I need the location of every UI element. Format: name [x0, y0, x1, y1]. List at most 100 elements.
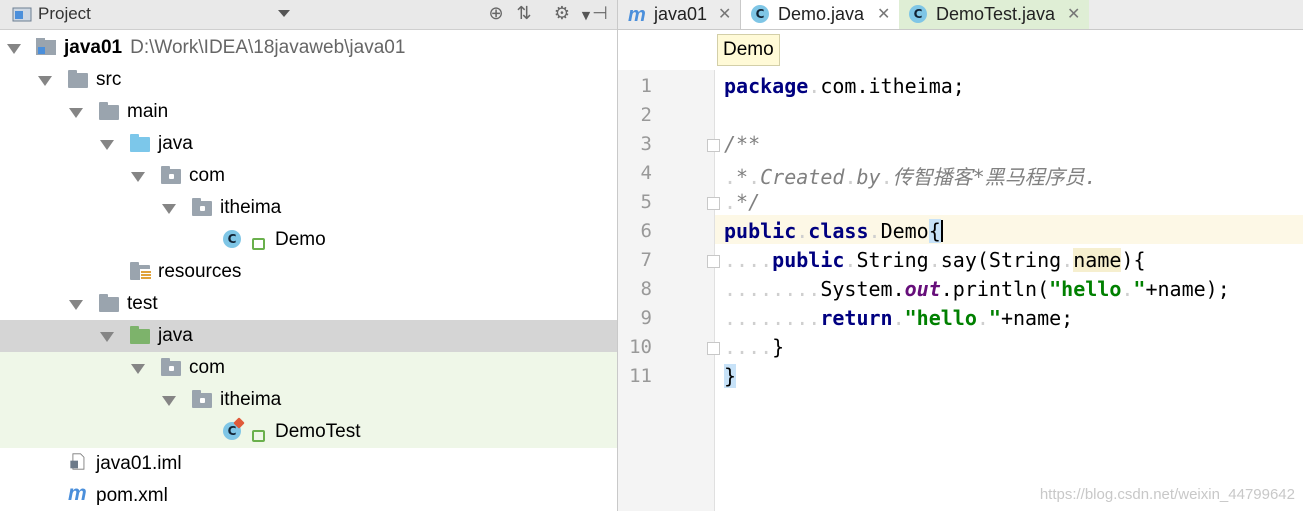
tree-label: DemoTest	[275, 421, 361, 442]
line-number: 9	[640, 307, 652, 329]
expand-arrow-icon[interactable]	[131, 364, 145, 374]
tree-label: java01.iml	[96, 453, 182, 474]
tab-label: java01	[654, 4, 708, 24]
test-folder-icon	[130, 326, 150, 344]
locate-target-icon[interactable]: ⊕	[484, 3, 508, 25]
code-line-4[interactable]: .*.Created.by.传智播客*黑马程序员.	[724, 161, 1097, 190]
tree-item-iml-file[interactable]: java01.iml	[0, 448, 617, 480]
project-view-icon	[12, 7, 32, 22]
expand-arrow-icon[interactable]	[38, 76, 52, 86]
line-number-gutter[interactable]: 1 2 3 4 5 6 7 8 9 10 11	[618, 70, 720, 511]
line-number: 11	[629, 365, 652, 387]
package-icon	[161, 358, 181, 376]
editor-area: m java01 ✕ C Demo.java ✕ C DemoTest.java…	[618, 0, 1303, 511]
folder-icon	[99, 102, 119, 120]
code-line-8[interactable]: ........System.out.println("hello."+name…	[724, 277, 1230, 301]
expand-arrow-icon[interactable]	[100, 140, 114, 150]
folder-icon	[68, 70, 88, 88]
gear-icon[interactable]: ⚙	[550, 3, 574, 25]
fold-marker-icon[interactable]	[707, 342, 720, 355]
fold-marker-icon[interactable]	[707, 197, 720, 210]
expand-arrow-icon[interactable]	[100, 332, 114, 342]
code-line-3[interactable]: /**	[724, 132, 760, 156]
fold-marker-icon[interactable]	[707, 255, 720, 268]
tree-item-main[interactable]: main	[0, 96, 617, 128]
tree-item-java01-module[interactable]: java01 D:\Work\IDEA\18javaweb\java01	[0, 32, 617, 64]
test-class-icon: C	[909, 5, 927, 23]
source-folder-icon	[130, 134, 150, 152]
tree-label: Demo	[275, 229, 326, 250]
package-icon	[192, 390, 212, 408]
expand-arrow-icon[interactable]	[131, 172, 145, 182]
close-icon[interactable]: ✕	[1067, 0, 1080, 29]
close-icon[interactable]: ✕	[718, 0, 731, 29]
project-panel-header: Project ⊕ ⇅ ⚙ ▼ ⊣	[0, 0, 617, 30]
tree-label: itheima	[220, 389, 282, 410]
breadcrumb-item[interactable]: Demo	[717, 34, 780, 66]
watermark: https://blog.csdn.net/weixin_44799642	[1039, 486, 1295, 503]
code-line-7[interactable]: ....public.String.say(String.name){	[724, 248, 1146, 272]
tree-item-test-com[interactable]: com	[0, 352, 617, 384]
line-number: 3	[640, 133, 652, 155]
code-line-6[interactable]: public.class.Demo{	[724, 219, 943, 243]
tree-item-demotest-class[interactable]: C DemoTest	[0, 416, 617, 448]
tab-java01[interactable]: m java01 ✕	[618, 0, 740, 29]
code-line-1[interactable]: package.com.itheima;	[724, 74, 965, 98]
tree-item-resources[interactable]: resources	[0, 256, 617, 288]
tree-item-demo-class[interactable]: C Demo	[0, 224, 617, 256]
code-line-9[interactable]: ........return."hello."+name;	[724, 306, 1073, 330]
close-icon[interactable]: ✕	[877, 0, 890, 29]
module-name: java01	[64, 37, 123, 58]
fold-marker-icon[interactable]	[707, 139, 720, 152]
access-lock-icon	[252, 238, 265, 250]
maven-icon: m	[68, 482, 87, 505]
editor-tab-bar: m java01 ✕ C Demo.java ✕ C DemoTest.java…	[618, 0, 1303, 30]
tree-label: src	[96, 69, 122, 90]
class-icon: C	[223, 230, 241, 248]
breadcrumb-bar: Demo	[618, 30, 1303, 70]
tree-item-com[interactable]: com	[0, 160, 617, 192]
line-number: 6	[640, 220, 652, 242]
tree-label: resources	[158, 261, 242, 282]
line-number: 4	[640, 162, 652, 184]
tree-label: main	[127, 101, 169, 122]
tree-item-test[interactable]: test	[0, 288, 617, 320]
project-tool-window: Project ⊕ ⇅ ⚙ ▼ ⊣ java01 D:\Work\IDEA\18j…	[0, 0, 618, 511]
hide-panel-icon[interactable]: ⊣	[588, 3, 612, 25]
tab-demotest-java[interactable]: C DemoTest.java ✕	[899, 0, 1089, 29]
package-icon	[192, 198, 212, 216]
tree-item-itheima[interactable]: itheima	[0, 192, 617, 224]
tree-label: pom.xml	[96, 485, 168, 506]
code-line-10[interactable]: ....}	[724, 335, 784, 359]
tree-item-pom-file[interactable]: m pom.xml	[0, 480, 617, 511]
tree-label: com	[189, 357, 225, 378]
tree-item-src[interactable]: src	[0, 64, 617, 96]
line-number: 5	[640, 191, 652, 213]
tree-label: test	[127, 293, 158, 314]
access-lock-icon	[252, 430, 265, 442]
tree-item-test-java[interactable]: java	[0, 320, 617, 352]
view-dropdown-arrow-icon[interactable]	[278, 10, 290, 17]
expand-arrow-icon[interactable]	[162, 204, 176, 214]
brace-match: }	[724, 364, 737, 388]
line-number: 1	[640, 75, 652, 97]
expand-arrow-icon[interactable]	[7, 44, 21, 54]
expand-arrow-icon[interactable]	[69, 300, 83, 310]
expand-arrow-icon[interactable]	[162, 396, 176, 406]
tab-demo-java[interactable]: C Demo.java ✕	[740, 0, 900, 29]
resources-stripes-icon	[140, 269, 152, 281]
tree-label: itheima	[220, 197, 282, 218]
module-icon	[36, 38, 56, 55]
package-icon	[161, 166, 181, 184]
code-line-5[interactable]: .*/	[724, 190, 760, 214]
code-line-11[interactable]: }	[724, 364, 737, 388]
tree-item-main-java[interactable]: java	[0, 128, 617, 160]
expand-arrow-icon[interactable]	[69, 108, 83, 118]
module-path: D:\Work\IDEA\18javaweb\java01	[130, 37, 406, 58]
tree-item-test-itheima[interactable]: itheima	[0, 384, 617, 416]
collapse-all-icon[interactable]: ⇅	[512, 3, 536, 25]
tree-label: java	[158, 325, 193, 346]
tab-label: DemoTest.java	[936, 4, 1056, 24]
project-panel-title[interactable]: Project	[38, 4, 91, 24]
line-number: 10	[629, 336, 652, 358]
